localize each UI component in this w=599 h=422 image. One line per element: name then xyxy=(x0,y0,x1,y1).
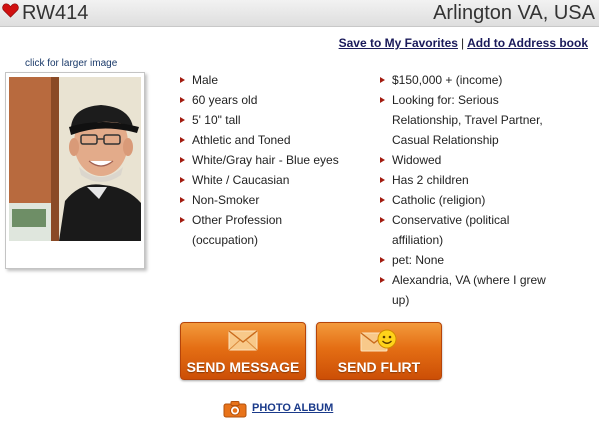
detail-item: White / Caucasian xyxy=(179,170,359,190)
profile-photo[interactable] xyxy=(5,72,145,269)
send-message-label: SEND MESSAGE xyxy=(186,359,300,375)
detail-item: Athletic and Toned xyxy=(179,130,359,150)
photo-caption-link[interactable]: click for larger image xyxy=(25,58,117,69)
detail-item: 60 years old xyxy=(179,90,359,110)
envelope-smiley-icon xyxy=(360,329,397,352)
profile-details-left: Male 60 years old 5' 10" tall Athletic a… xyxy=(179,70,359,250)
detail-item: Alexandria, VA (where I grew up) xyxy=(379,270,559,310)
profile-details-right: $150,000 + (income) Looking for: Serious… xyxy=(379,70,559,310)
detail-item: $150,000 + (income) xyxy=(379,70,559,90)
detail-item: Has 2 children xyxy=(379,170,559,190)
send-message-button[interactable]: SEND MESSAGE xyxy=(180,322,306,380)
detail-item: Conservative (political affiliation) xyxy=(379,210,529,250)
detail-item: 5' 10" tall xyxy=(179,110,359,130)
heart-icon xyxy=(2,3,19,18)
detail-item: Other Profession (occupation) xyxy=(179,210,309,250)
detail-item: pet: None xyxy=(379,250,559,270)
send-flirt-button[interactable]: SEND FLIRT xyxy=(316,322,442,380)
detail-item: Widowed xyxy=(379,150,559,170)
profile-actions: Save to My Favorites | Add to Address book xyxy=(339,36,588,50)
profile-username: RW414 xyxy=(22,2,89,24)
actions-separator: | xyxy=(460,36,465,50)
photo-album-label: PHOTO ALBUM xyxy=(252,402,334,414)
detail-item: Male xyxy=(179,70,359,90)
profile-photo-image xyxy=(9,77,141,241)
profile-location: Arlington VA, USA xyxy=(433,2,595,24)
profile-header: RW414 Arlington VA, USA xyxy=(0,0,599,27)
save-favorites-link[interactable]: Save to My Favorites xyxy=(339,36,458,50)
camera-icon xyxy=(223,401,247,418)
envelope-icon xyxy=(228,330,258,351)
detail-item: Non-Smoker xyxy=(179,190,359,210)
detail-item: Catholic (religion) xyxy=(379,190,559,210)
send-flirt-label: SEND FLIRT xyxy=(337,359,421,375)
add-address-book-link[interactable]: Add to Address book xyxy=(467,36,588,50)
detail-item: Looking for: Serious Relationship, Trave… xyxy=(379,90,559,150)
detail-item: White/Gray hair - Blue eyes xyxy=(179,150,359,170)
